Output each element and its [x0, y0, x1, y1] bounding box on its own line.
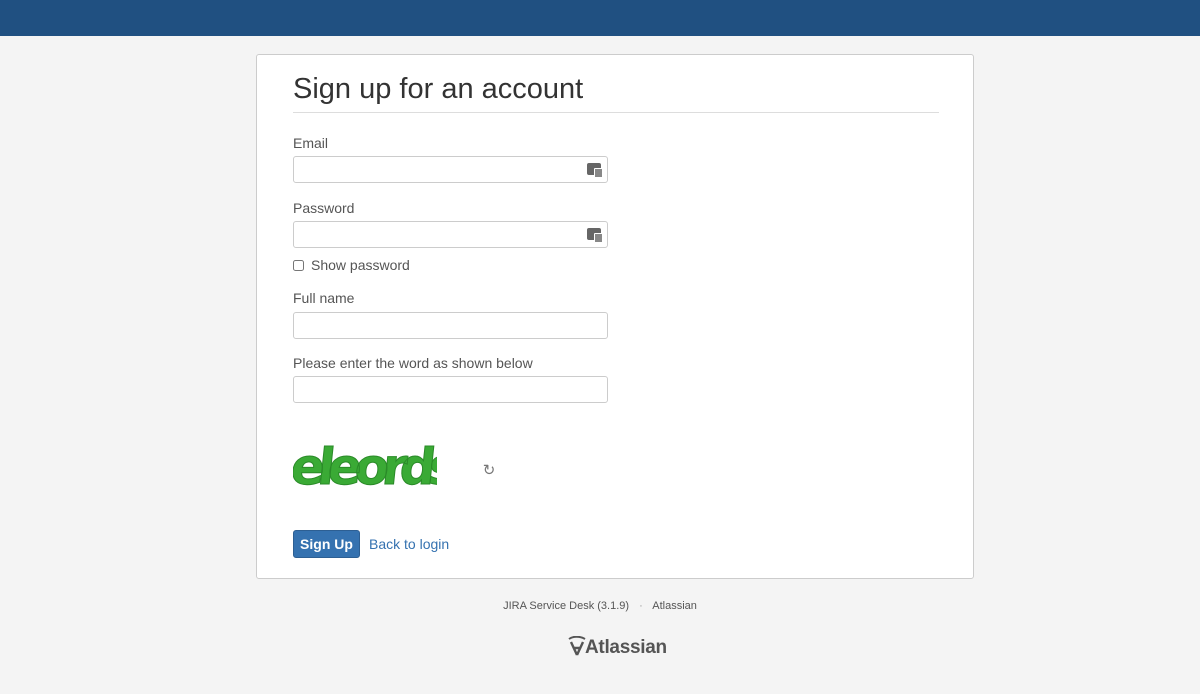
- captcha-label: Please enter the word as shown below: [293, 355, 533, 371]
- password-manager-icon[interactable]: [587, 163, 603, 178]
- captcha-image: eleords: [293, 437, 437, 497]
- atlassian-logo: Atlassian: [568, 634, 668, 660]
- top-header-bar: [0, 0, 1200, 36]
- captcha-field[interactable]: [293, 376, 608, 403]
- fullname-label: Full name: [293, 290, 355, 306]
- captcha-text: eleords: [293, 437, 437, 496]
- email-label: Email: [293, 135, 329, 151]
- password-label: Password: [293, 200, 355, 216]
- footer-separator: ·: [639, 600, 643, 612]
- show-password-label[interactable]: Show password: [311, 257, 410, 273]
- password-manager-icon[interactable]: [587, 228, 603, 243]
- refresh-icon[interactable]: ↻: [481, 463, 497, 479]
- footer-product: JIRA Service Desk (3.1.9): [503, 600, 630, 612]
- password-field[interactable]: [293, 221, 608, 248]
- email-field[interactable]: [293, 156, 608, 183]
- fullname-field[interactable]: [293, 312, 608, 339]
- atlassian-logo-text: Atlassian: [585, 637, 667, 658]
- page-title: Sign up for an account: [293, 73, 939, 113]
- sign-up-button[interactable]: Sign Up: [293, 530, 360, 558]
- atlassian-logo-icon: [568, 636, 586, 656]
- back-to-login-link[interactable]: Back to login: [369, 536, 449, 552]
- show-password-checkbox[interactable]: [293, 260, 304, 271]
- footer: JIRA Service Desk (3.1.9) · Atlassian: [0, 600, 1200, 612]
- footer-company: Atlassian: [652, 600, 697, 612]
- signup-card: Sign up for an account Email Password Sh…: [256, 54, 974, 579]
